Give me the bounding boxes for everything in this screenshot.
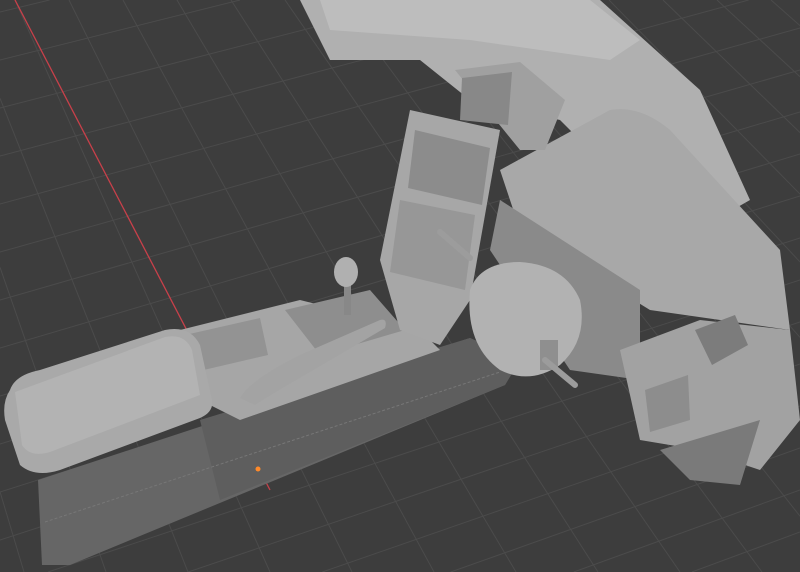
grid-line <box>0 0 50 13</box>
nav-screen <box>460 72 512 125</box>
origin-point <box>255 466 261 472</box>
viewport-canvas[interactable] <box>0 0 800 572</box>
3d-viewport[interactable] <box>0 0 800 572</box>
grid-line <box>691 531 800 572</box>
grid-line <box>716 0 800 78</box>
grid-line <box>0 0 241 61</box>
grid-line <box>573 489 800 572</box>
gear-knob <box>334 257 358 287</box>
grid-line <box>0 491 25 572</box>
grid-line <box>770 0 800 27</box>
